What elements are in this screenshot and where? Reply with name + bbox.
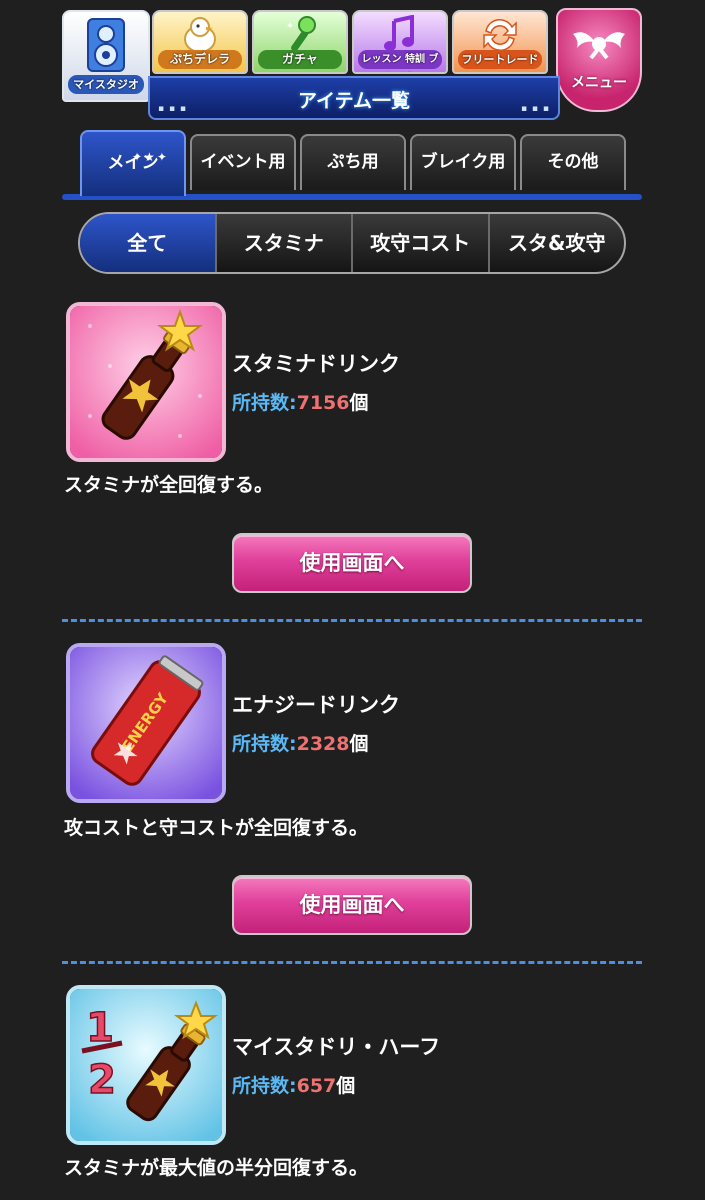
- free-trade-label: フリートレード: [458, 50, 542, 69]
- quantity-value: 7156: [296, 392, 350, 414]
- menu-label: メニュー: [571, 75, 627, 91]
- item-divider: [62, 961, 642, 964]
- filter-stamina-and-cost[interactable]: スタ&攻守: [487, 214, 625, 272]
- petit-derella-label: ぷちデレラ: [158, 50, 242, 69]
- filter-attack-defense-cost[interactable]: 攻守コスト: [351, 214, 488, 272]
- speaker-icon: [64, 12, 148, 76]
- item-description: スタミナが最大値の半分回復する。: [64, 1157, 369, 1179]
- quantity-unit: 個: [349, 733, 369, 755]
- item-description: スタミナが全回復する。: [64, 474, 274, 496]
- tab-petit-label: ぷち用: [327, 152, 379, 172]
- tab-main[interactable]: ✦★✦ メイン: [80, 130, 186, 196]
- gacha-button[interactable]: ✦ ガチャ: [252, 10, 348, 74]
- use-screen-button[interactable]: 使用画面へ: [232, 875, 472, 935]
- quantity-value: 657: [296, 1075, 337, 1097]
- fraction-bottom: 2: [88, 1057, 116, 1103]
- svg-text:✦: ✦: [286, 21, 294, 32]
- item-filter-segmented-control: 全て スタミナ 攻守コスト スタ&攻守: [78, 212, 626, 274]
- item-divider: [62, 619, 642, 622]
- quantity-label: 所持数:: [232, 392, 297, 414]
- item-quantity: 所持数:2328個: [232, 729, 369, 756]
- item-quantity: 所持数:657個: [232, 1071, 355, 1098]
- quantity-unit: 個: [349, 392, 369, 414]
- top-navigation: マイスタジオ ぷちデレラ ✦ ガチャ レッスン 特訓 ブ フリートレード メニュ…: [62, 8, 642, 120]
- tab-other-label: その他: [547, 152, 599, 172]
- gacha-label: ガチャ: [258, 50, 342, 69]
- tab-event-label: イベント用: [200, 152, 286, 172]
- sparkle-dots-right: ▪ ▪ ▪: [520, 104, 550, 114]
- tab-break-label: ブレイク用: [420, 152, 506, 172]
- use-screen-button[interactable]: 使用画面へ: [232, 533, 472, 593]
- tab-event[interactable]: イベント用: [190, 134, 296, 190]
- quantity-label: 所持数:: [232, 1075, 297, 1097]
- item-description: 攻コストと守コストが全回復する。: [64, 817, 369, 839]
- petit-derella-button[interactable]: ぷちデレラ: [152, 10, 248, 74]
- category-tabs: ✦★✦ メイン イベント用 ぷち用 ブレイク用 その他: [62, 128, 642, 200]
- tab-stars-icon: ✦★✦: [132, 150, 169, 164]
- tab-other[interactable]: その他: [520, 134, 626, 190]
- lesson-label: レッスン 特訓 ブレイク: [358, 50, 442, 69]
- filter-stamina[interactable]: スタミナ: [214, 214, 352, 272]
- quantity-unit: 個: [336, 1075, 356, 1097]
- quantity-value: 2328: [296, 733, 350, 755]
- filter-all[interactable]: 全て: [80, 214, 215, 272]
- tab-break[interactable]: ブレイク用: [410, 134, 516, 190]
- item-name: スタミナドリンク: [232, 352, 400, 376]
- angel-wings-icon: [569, 24, 629, 73]
- lesson-button[interactable]: レッスン 特訓 ブレイク: [352, 10, 448, 74]
- page-title-bar: ▪ ▪ ▪ アイテム一覧 ▪ ▪ ▪: [148, 76, 560, 120]
- item-name: マイスタドリ・ハーフ: [232, 1035, 441, 1059]
- page-title: アイテム一覧: [297, 90, 411, 112]
- my-studio-button[interactable]: マイスタジオ: [62, 10, 150, 102]
- my-studio-label: マイスタジオ: [68, 75, 144, 94]
- menu-button[interactable]: メニュー: [556, 8, 642, 112]
- item-quantity: 所持数:7156個: [232, 388, 369, 415]
- tab-petit[interactable]: ぷち用: [300, 134, 406, 190]
- energy-drink-icon: ENERGY: [66, 643, 226, 803]
- half-stamina-drink-icon: 1 2: [66, 985, 226, 1145]
- item-name: エナジードリンク: [232, 693, 400, 717]
- quantity-label: 所持数:: [232, 733, 297, 755]
- free-trade-button[interactable]: フリートレード: [452, 10, 548, 74]
- stamina-drink-icon: [66, 302, 226, 462]
